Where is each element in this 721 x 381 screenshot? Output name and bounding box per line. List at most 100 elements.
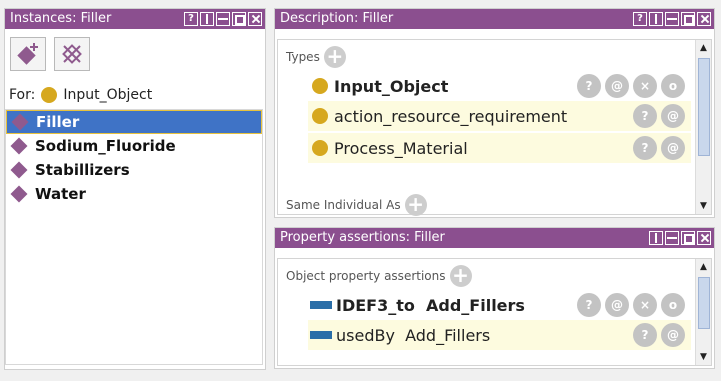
split-horizontal-icon[interactable] [665,12,679,26]
help-icon[interactable]: ? [184,12,198,26]
help-icon[interactable]: ? [633,12,647,26]
description-titlebar: Description: Filler ? [275,9,714,29]
property-assertions-titlebar: Property assertions: Filler [275,228,714,248]
annotate-icon[interactable]: @ [661,136,685,160]
individuals-list: Filler Sodium_Fluoride Stabillizers Wate… [5,109,263,365]
assertion-row-used-by[interactable]: usedBy Add_Fillers ? @ [308,320,691,350]
assertion-label: IDEF3_to Add_Fillers [336,295,525,315]
explain-icon[interactable]: ? [577,293,601,317]
types-section: Types + [286,46,346,68]
split-horizontal-icon[interactable] [665,231,679,245]
edit-icon[interactable]: o [661,293,685,317]
delete-icon[interactable]: × [633,74,657,98]
annotate-icon[interactable]: @ [661,323,685,347]
for-label: For: [9,87,36,103]
list-item-water[interactable]: Water [6,182,262,206]
for-class-value[interactable]: Input_Object [63,87,152,103]
close-icon[interactable] [697,12,711,26]
individual-icon [10,161,28,179]
row-actions: ? @ [633,323,685,347]
explain-icon[interactable]: ? [633,323,657,347]
row-actions: ? @ × o [577,74,685,98]
same-individual-section: Same Individual As + [286,194,427,216]
type-row-action-resource-requirement[interactable]: action_resource_requirement ? @ [308,101,691,131]
annotate-icon[interactable]: @ [605,293,629,317]
split-vertical-icon[interactable] [649,12,663,26]
object-property-icon [310,331,332,339]
add-type-icon[interactable]: + [323,46,346,68]
type-label: Process_Material [334,138,468,158]
delete-individual-button[interactable] [54,37,90,71]
instances-window-controls: ? [184,12,262,26]
delete-individual-icon [62,44,82,64]
property-assertions-title: Property assertions: Filler [280,230,445,245]
split-vertical-icon[interactable] [200,12,214,26]
split-vertical-icon[interactable] [649,231,663,245]
instances-title: Instances: Filler [10,11,112,26]
add-individual-button[interactable] [10,37,46,71]
property-window-controls [649,231,711,245]
list-item-label: Stabillizers [35,161,130,179]
add-same-individual-icon[interactable]: + [404,194,427,216]
object-property-section: Object property assertions + [286,265,472,287]
instances-titlebar: Instances: Filler ? [5,9,265,29]
description-panel: Description: Filler ? Types + Input_Obje… [274,8,715,218]
split-horizontal-icon[interactable] [216,12,230,26]
explain-icon[interactable]: ? [577,74,601,98]
type-label: Input_Object [334,76,449,96]
scroll-down-icon[interactable]: ▼ [696,198,711,214]
list-item-label: Filler [36,113,80,131]
description-scrollbar[interactable]: ▲ ▼ [695,40,711,214]
type-label: action_resource_requirement [334,106,568,126]
object-property-label: Object property assertions [286,269,446,283]
restore-icon[interactable] [232,12,246,26]
class-icon [312,108,328,124]
types-label: Types [286,50,320,64]
type-row-input-object[interactable]: Input_Object ? @ × o [308,71,691,101]
scroll-thumb[interactable] [698,58,710,156]
add-object-property-icon[interactable]: + [449,265,472,287]
property-assertions-content: Object property assertions + IDEF3_to Ad… [277,258,712,366]
description-title: Description: Filler [280,11,394,26]
scroll-thumb[interactable] [698,277,710,329]
list-item-label: Water [35,185,86,203]
annotate-icon[interactable]: @ [661,104,685,128]
list-item-label: Sodium_Fluoride [35,137,176,155]
individual-icon [10,185,28,203]
row-actions: ? @ × o [577,293,685,317]
description-content: Types + Input_Object ? @ × o action_reso… [277,39,712,216]
add-individual-icon [17,43,38,65]
assertion-row-idef3-to[interactable]: IDEF3_to Add_Fillers ? @ × o [308,290,691,320]
type-row-process-material[interactable]: Process_Material ? @ [308,133,691,163]
class-icon [312,140,328,156]
scroll-up-icon[interactable]: ▲ [696,259,711,275]
property-scrollbar[interactable]: ▲ ▼ [695,259,711,365]
edit-icon[interactable]: o [661,74,685,98]
instances-panel: Instances: Filler ? For: Input_Object Fi… [4,8,266,370]
annotate-icon[interactable]: @ [605,74,629,98]
class-icon [41,87,58,103]
close-icon[interactable] [248,12,262,26]
list-item-stabillizers[interactable]: Stabillizers [6,158,262,182]
scroll-down-icon[interactable]: ▼ [696,349,711,365]
list-item-sodium-fluoride[interactable]: Sodium_Fluoride [6,134,262,158]
description-window-controls: ? [633,12,711,26]
assertion-label: usedBy Add_Fillers [336,325,491,345]
individual-icon [10,137,28,155]
explain-icon[interactable]: ? [633,104,657,128]
scroll-up-icon[interactable]: ▲ [696,40,711,56]
individual-icon [11,113,29,131]
restore-icon[interactable] [681,12,695,26]
class-icon [312,78,328,94]
delete-icon[interactable]: × [633,293,657,317]
explain-icon[interactable]: ? [633,136,657,160]
list-item-filler[interactable]: Filler [6,110,262,134]
same-individual-label: Same Individual As [286,198,401,212]
restore-icon[interactable] [681,231,695,245]
property-assertions-panel: Property assertions: Filler Object prope… [274,227,715,369]
row-actions: ? @ [633,136,685,160]
object-property-icon [310,301,332,309]
close-icon[interactable] [697,231,711,245]
for-row: For: Input_Object [9,87,152,103]
row-actions: ? @ [633,104,685,128]
